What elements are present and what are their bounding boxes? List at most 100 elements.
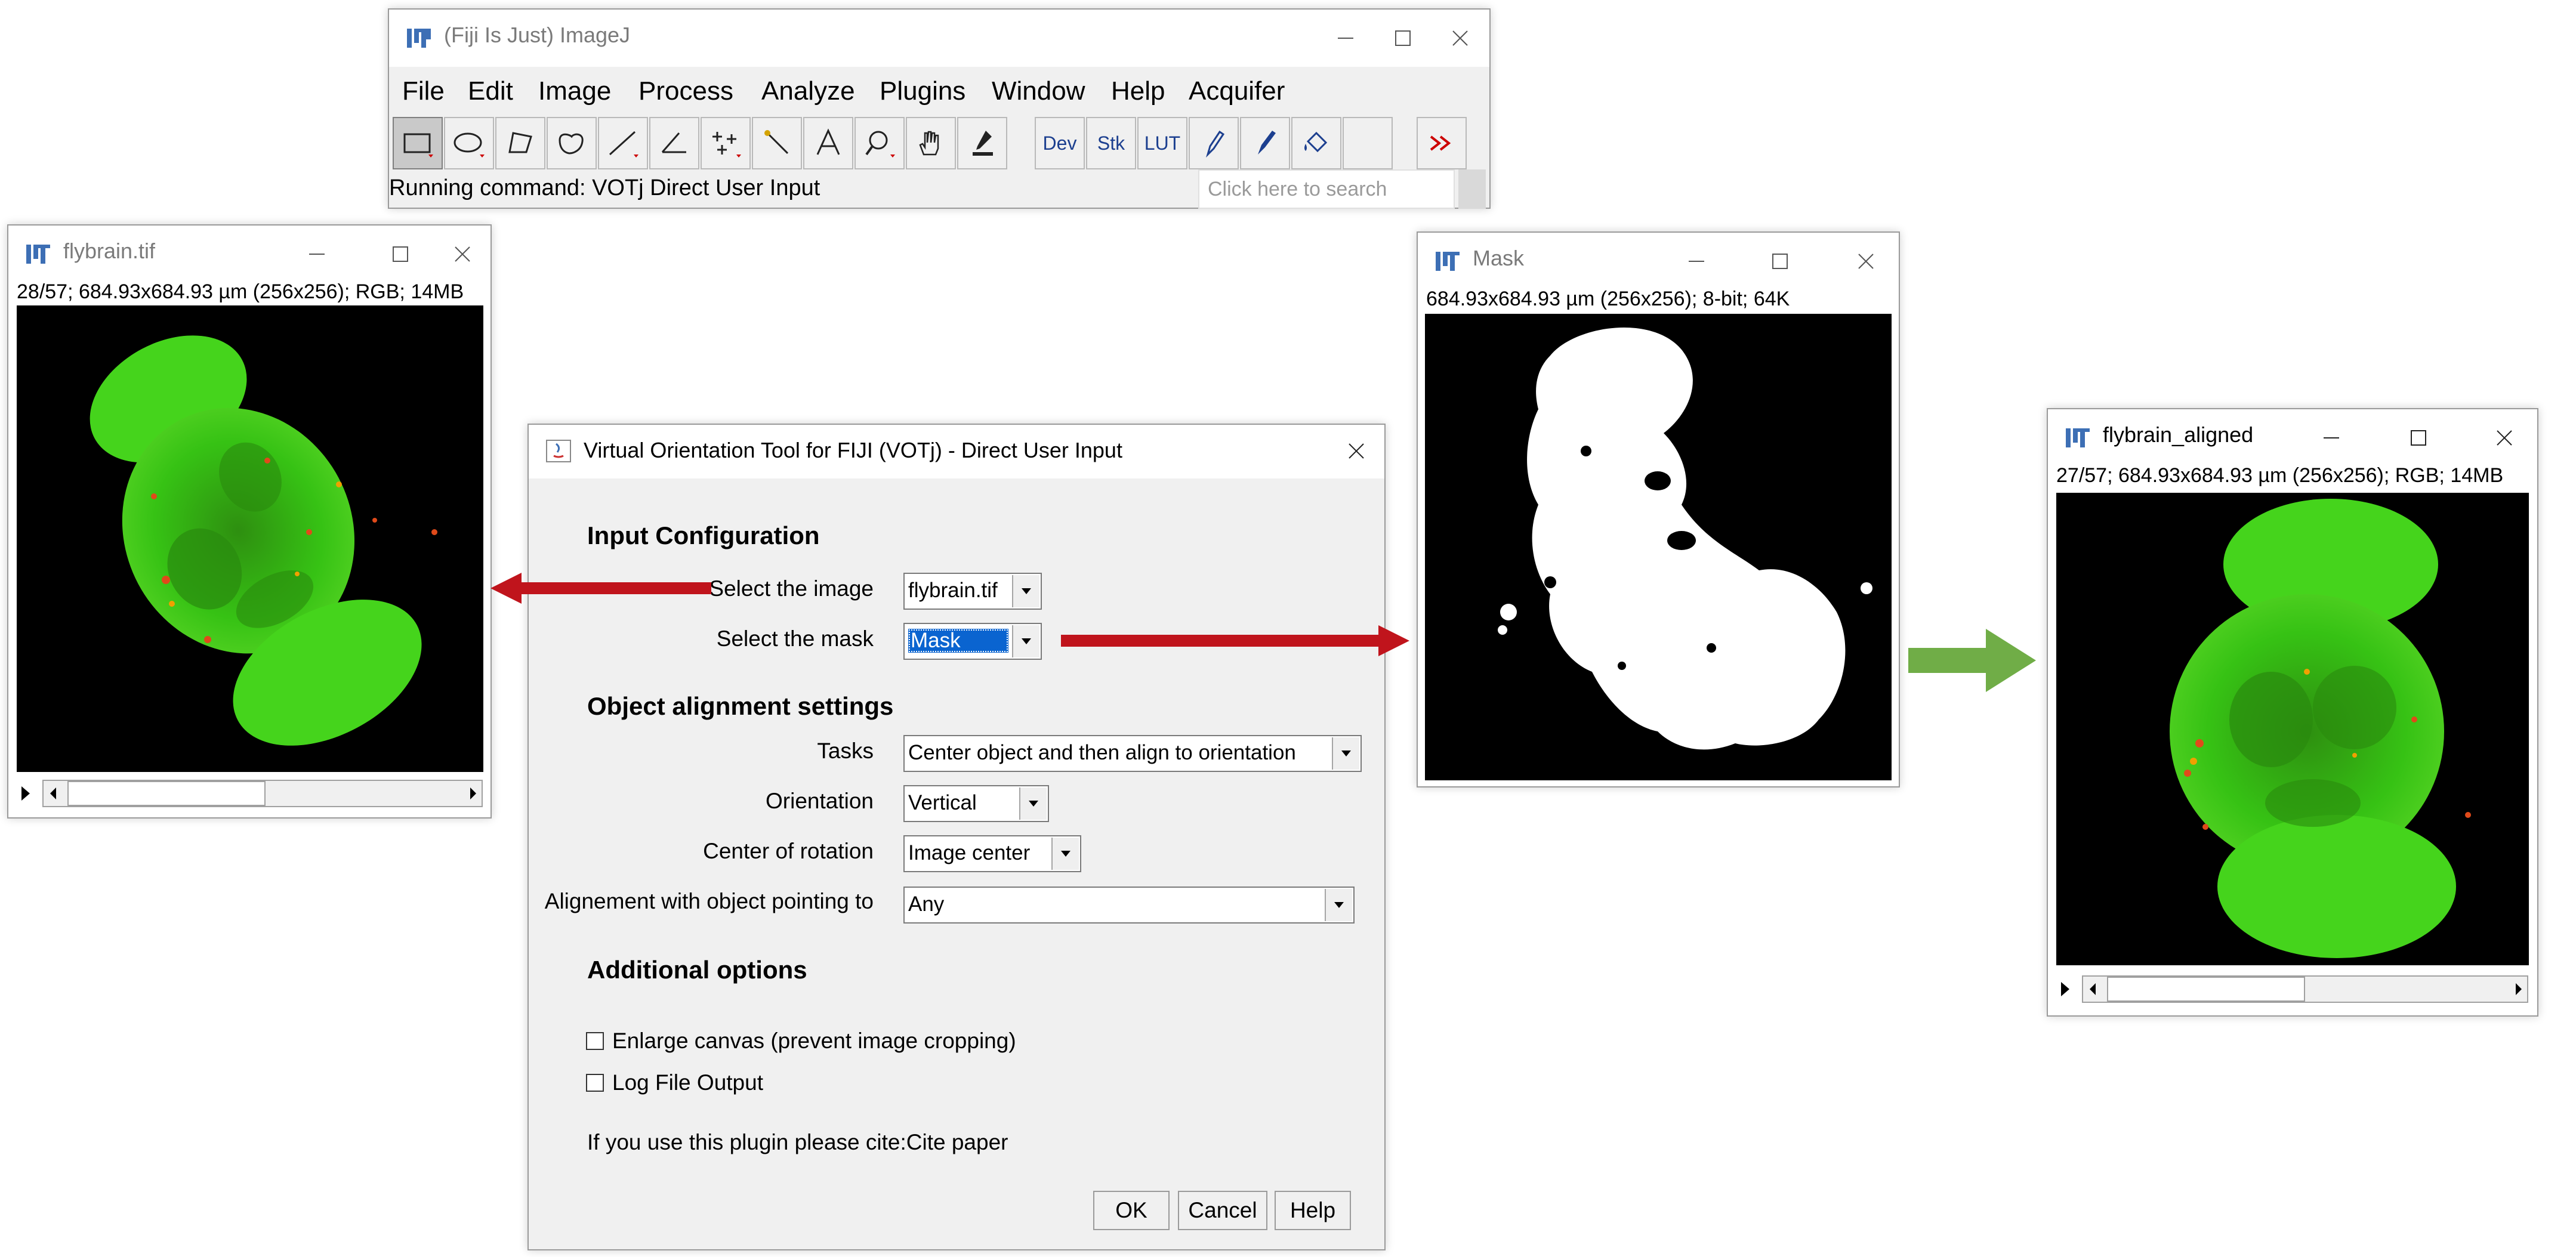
minimize-icon[interactable]: [1325, 18, 1366, 58]
imagej-title: (Fiji Is Just) ImageJ: [444, 23, 631, 47]
close-icon[interactable]: [2484, 418, 2525, 458]
cancel-button[interactable]: Cancel: [1178, 1191, 1267, 1230]
search-input[interactable]: Click here to search: [1198, 169, 1455, 209]
pencil-tool-icon[interactable]: [1189, 117, 1239, 169]
red-arrow-to-image: [490, 573, 711, 604]
tasks-label: Tasks: [817, 739, 874, 763]
votj-dialog: Virtual Orientation Tool for FIJI (VOTj)…: [527, 424, 1386, 1250]
java-app-icon: [546, 440, 571, 462]
orientation-dropdown[interactable]: Vertical: [903, 785, 1049, 822]
tasks-value: Center object and then align to orientat…: [908, 741, 1296, 764]
menu-window[interactable]: Window: [992, 76, 1085, 106]
select-mask-value: Mask: [908, 629, 1008, 653]
center-of-rotation-value: Image center: [908, 841, 1031, 864]
mask-window: Mask 684.93x684.93 µm (256x256); 8-bit; …: [1417, 231, 1900, 787]
dropper-tool-icon[interactable]: [957, 117, 1007, 169]
status-text: Running command: VOTj Direct User Input: [389, 175, 820, 200]
close-icon[interactable]: [442, 234, 483, 274]
orientation-value: Vertical: [908, 791, 977, 814]
angle-tool-icon[interactable]: [649, 117, 699, 169]
select-mask-label: Select the mask: [716, 626, 874, 651]
menu-acquifer[interactable]: Acquifer: [1189, 76, 1285, 106]
polygon-tool-icon[interactable]: [495, 117, 545, 169]
chevron-down-icon: [1012, 625, 1039, 657]
mask-shape-icon: [1498, 327, 1872, 750]
dev-tool-button[interactable]: Dev: [1035, 117, 1085, 169]
pointing-dropdown[interactable]: Any: [903, 887, 1355, 924]
dialog-title: Virtual Orientation Tool for FIJI (VOTj)…: [584, 438, 1122, 462]
select-image-dropdown[interactable]: flybrain.tif: [903, 573, 1042, 610]
log-file-checkbox[interactable]: [586, 1074, 604, 1092]
chevron-down-icon: [1012, 575, 1039, 607]
imagej-app-icon: [2066, 428, 2090, 447]
imagej-window: (Fiji Is Just) ImageJ File Edit Image Pr…: [388, 8, 1491, 209]
close-icon[interactable]: [1335, 431, 1377, 471]
maximize-icon[interactable]: [1382, 18, 1424, 58]
enlarge-canvas-label: Enlarge canvas (prevent image cropping): [612, 1029, 1016, 1053]
line-tool-icon[interactable]: [598, 117, 648, 169]
wand-tool-icon[interactable]: [752, 117, 802, 169]
flybrain-image[interactable]: [17, 305, 483, 772]
dialog-titlebar[interactable]: Virtual Orientation Tool for FIJI (VOTj)…: [529, 425, 1384, 478]
mask-titlebar[interactable]: Mask: [1418, 233, 1899, 290]
oval-tool-icon[interactable]: [444, 117, 494, 169]
brush-tool-icon[interactable]: [1240, 117, 1290, 169]
flybrain-titlebar[interactable]: flybrain.tif: [8, 226, 490, 283]
maximize-icon[interactable]: [2398, 418, 2439, 458]
mask-image[interactable]: [1425, 314, 1892, 780]
text-tool-icon[interactable]: [803, 117, 853, 169]
maximize-icon[interactable]: [380, 234, 421, 274]
menu-process[interactable]: Process: [638, 76, 733, 106]
aligned-image[interactable]: [2056, 493, 2529, 965]
ok-button[interactable]: OK: [1093, 1191, 1170, 1230]
minimize-icon[interactable]: [296, 234, 338, 274]
object-alignment-heading: Object alignment settings: [587, 692, 894, 720]
maximize-icon[interactable]: [1759, 241, 1801, 282]
aligned-window: flybrain_aligned 27/57; 684.93x684.93 µm…: [2047, 408, 2538, 1017]
rectangle-tool-icon[interactable]: [393, 117, 443, 169]
close-icon[interactable]: [1439, 18, 1481, 58]
imagej-titlebar[interactable]: (Fiji Is Just) ImageJ: [389, 10, 1489, 67]
freehand-tool-icon[interactable]: [547, 117, 597, 169]
blank-tool[interactable]: [1343, 117, 1393, 169]
aligned-brain-image-icon: [2170, 499, 2471, 958]
help-button[interactable]: Help: [1275, 1191, 1351, 1230]
enlarge-canvas-checkbox[interactable]: [586, 1032, 604, 1050]
minimize-icon[interactable]: [1676, 241, 1717, 282]
menu-plugins[interactable]: Plugins: [880, 76, 965, 106]
menu-file[interactable]: File: [402, 76, 445, 106]
pointing-label: Alignement with object pointing to: [544, 889, 874, 913]
flybrain-scrollbar[interactable]: [17, 777, 483, 810]
pointing-value: Any: [908, 892, 945, 916]
additional-options-heading: Additional options: [587, 956, 807, 984]
tasks-dropdown[interactable]: Center object and then align to orientat…: [903, 735, 1362, 772]
stk-tool-button[interactable]: Stk: [1086, 117, 1136, 169]
multipoint-tool-icon[interactable]: [701, 117, 751, 169]
mask-info: 684.93x684.93 µm (256x256); 8-bit; 64K: [1426, 288, 1790, 310]
select-image-label: Select the image: [709, 576, 874, 601]
menu-image[interactable]: Image: [538, 76, 611, 106]
flybrain-window: flybrain.tif 28/57; 684.93x684.93 µm (25…: [7, 224, 492, 819]
imagej-app-icon: [407, 29, 431, 48]
chevron-down-icon: [1332, 737, 1359, 770]
minimize-icon[interactable]: [2310, 418, 2352, 458]
aligned-scrollbar[interactable]: [2056, 972, 2529, 1006]
select-mask-dropdown[interactable]: Mask: [903, 623, 1042, 660]
center-of-rotation-label: Center of rotation: [703, 839, 874, 863]
lut-tool-button[interactable]: LUT: [1137, 117, 1187, 169]
center-of-rotation-dropdown[interactable]: Image center: [903, 835, 1081, 872]
more-tools-icon[interactable]: [1417, 117, 1467, 169]
menu-help[interactable]: Help: [1111, 76, 1165, 106]
close-icon[interactable]: [1845, 241, 1887, 282]
magnifier-tool-icon[interactable]: [854, 117, 905, 169]
flybrain-title: flybrain.tif: [63, 239, 156, 263]
chevron-down-icon: [1019, 787, 1047, 820]
orientation-label: Orientation: [766, 789, 874, 813]
flybrain-info: 28/57; 684.93x684.93 µm (256x256); RGB; …: [17, 280, 464, 303]
flood-fill-tool-icon[interactable]: [1291, 117, 1341, 169]
mask-title: Mask: [1473, 246, 1525, 270]
aligned-titlebar[interactable]: flybrain_aligned: [2048, 409, 2537, 467]
hand-tool-icon[interactable]: [906, 117, 956, 169]
menu-analyze[interactable]: Analyze: [761, 76, 855, 106]
menu-edit[interactable]: Edit: [468, 76, 513, 106]
